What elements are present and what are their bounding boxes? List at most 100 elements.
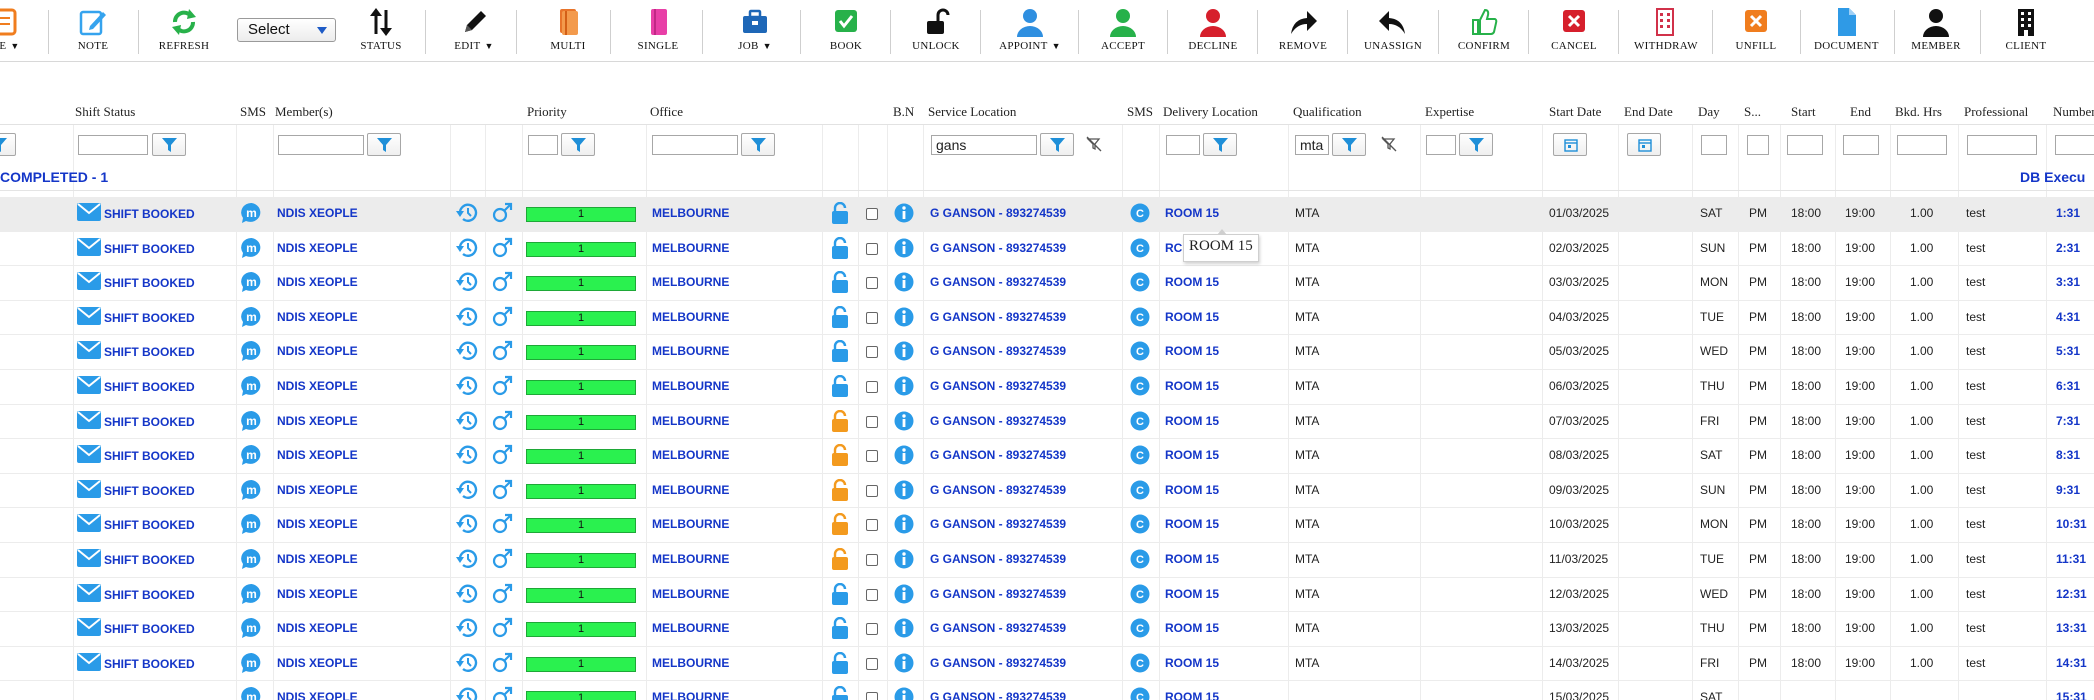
service-location[interactable]: G GANSON - 893274539: [930, 379, 1066, 393]
shift-number[interactable]: 2:31: [2056, 241, 2080, 255]
shift-status-filter-input[interactable]: [78, 135, 148, 155]
shift-number[interactable]: 10:31: [2056, 517, 2087, 531]
client-sms-icon[interactable]: C: [1130, 238, 1150, 258]
lock-icon[interactable]: [831, 617, 849, 640]
member-name[interactable]: NDIS XEOPLE: [277, 310, 358, 324]
history-icon[interactable]: [456, 410, 478, 432]
member-name[interactable]: NDIS XEOPLE: [277, 690, 358, 700]
end-filter-input[interactable]: [1843, 135, 1879, 155]
history-icon[interactable]: [456, 548, 478, 570]
member-name[interactable]: NDIS XEOPLE: [277, 206, 358, 220]
history-icon[interactable]: [456, 202, 478, 224]
header-shift[interactable]: S...: [1744, 104, 1761, 120]
lock-icon[interactable]: [831, 548, 849, 570]
shift-status[interactable]: SHIFT BOOKED: [104, 380, 195, 394]
service-location[interactable]: G GANSON - 893274539: [930, 206, 1066, 220]
messenger-icon[interactable]: m: [240, 686, 263, 700]
messenger-icon[interactable]: m: [240, 202, 263, 224]
member-name[interactable]: NDIS XEOPLE: [277, 275, 358, 289]
shift-status[interactable]: SHIFT BOOKED: [104, 657, 195, 671]
history-icon[interactable]: [456, 237, 478, 259]
member-name[interactable]: NDIS XEOPLE: [277, 621, 358, 635]
office-name[interactable]: MELBOURNE: [652, 448, 729, 462]
lock-icon[interactable]: [831, 686, 849, 700]
messenger-icon[interactable]: m: [240, 652, 263, 674]
mail-icon[interactable]: [77, 306, 101, 325]
delivery-location[interactable]: RC: [1165, 241, 1182, 255]
professional-filter-input[interactable]: [1967, 135, 2037, 155]
table-row[interactable]: SHIFT BOOKED m NDIS XEOPLE 1 MELBOURNE G…: [0, 647, 2094, 682]
header-office[interactable]: Office: [650, 104, 683, 120]
member-name[interactable]: NDIS XEOPLE: [277, 552, 358, 566]
filter-button[interactable]: [561, 133, 595, 156]
shift-number[interactable]: 14:31: [2056, 656, 2087, 670]
members-filter-input[interactable]: [278, 135, 364, 155]
row-checkbox[interactable]: [866, 450, 878, 463]
office-name[interactable]: MELBOURNE: [652, 275, 729, 289]
office-filter-input[interactable]: [652, 135, 738, 155]
header-bkd-hrs[interactable]: Bkd. Hrs: [1895, 104, 1942, 120]
history-icon[interactable]: [456, 444, 478, 466]
service-location[interactable]: G GANSON - 893274539: [930, 414, 1066, 428]
service-location[interactable]: G GANSON - 893274539: [930, 621, 1066, 635]
service-location[interactable]: G GANSON - 893274539: [930, 275, 1066, 289]
table-row[interactable]: SHIFT BOOKED m NDIS XEOPLE 1 MELBOURNE G…: [0, 301, 2094, 336]
office-name[interactable]: MELBOURNE: [652, 552, 729, 566]
mail-icon[interactable]: [77, 341, 101, 360]
shift-number[interactable]: 3:31: [2056, 275, 2080, 289]
service-location[interactable]: G GANSON - 893274539: [930, 483, 1066, 497]
shift-number[interactable]: 1:31: [2056, 206, 2080, 220]
member-name[interactable]: NDIS XEOPLE: [277, 448, 358, 462]
header-expertise[interactable]: Expertise: [1425, 104, 1474, 120]
shift-status[interactable]: SHIFT BOOKED: [104, 276, 195, 290]
lock-icon[interactable]: [831, 478, 849, 501]
messenger-icon[interactable]: m: [240, 340, 263, 362]
history-icon[interactable]: [456, 306, 478, 328]
mail-icon[interactable]: [77, 549, 101, 567]
header-number[interactable]: Number: [2053, 104, 2094, 120]
delivery-location[interactable]: ROOM 15: [1165, 379, 1219, 393]
client-sms-icon[interactable]: C: [1130, 203, 1150, 223]
shift-status[interactable]: SHIFT BOOKED: [104, 553, 195, 567]
shift-number[interactable]: 13:31: [2056, 621, 2087, 635]
header-start[interactable]: Start: [1791, 104, 1816, 120]
messenger-icon[interactable]: m: [240, 375, 263, 397]
messenger-icon[interactable]: m: [240, 410, 263, 432]
start-filter-input[interactable]: [1787, 135, 1823, 155]
qualification-filter-input[interactable]: [1295, 135, 1329, 155]
client-sms-icon[interactable]: C: [1130, 584, 1150, 604]
shift-status[interactable]: SHIFT BOOKED: [104, 484, 195, 498]
decline-button[interactable]: DECLINE: [1185, 4, 1241, 60]
history-icon[interactable]: [456, 583, 478, 605]
client-sms-icon[interactable]: C: [1130, 618, 1150, 638]
member-name[interactable]: NDIS XEOPLE: [277, 414, 358, 428]
info-icon[interactable]: [894, 376, 914, 396]
messenger-icon[interactable]: m: [240, 479, 263, 501]
shift-number[interactable]: 15:31: [2056, 690, 2087, 700]
refresh-button[interactable]: REFRESH: [156, 4, 212, 60]
office-name[interactable]: MELBOURNE: [652, 206, 729, 220]
service-location[interactable]: G GANSON - 893274539: [930, 241, 1066, 255]
group-row[interactable]: COMPLETED - 1 DB Execu: [0, 163, 2094, 191]
table-row[interactable]: SHIFT BOOKED m NDIS XEOPLE 1 MELBOURNE G…: [0, 405, 2094, 440]
shift-status[interactable]: SHIFT BOOKED: [104, 345, 195, 359]
mail-icon[interactable]: [77, 618, 101, 637]
day-filter-input[interactable]: [1701, 135, 1727, 155]
shift-number[interactable]: 12:31: [2056, 587, 2087, 601]
delivery-location[interactable]: ROOM 15: [1165, 587, 1219, 601]
table-row[interactable]: SHIFT BOOKED m NDIS XEOPLE 1 MELBOURNE G…: [0, 197, 2094, 232]
shift-status[interactable]: SHIFT BOOKED: [104, 449, 195, 463]
shift-filter-input[interactable]: [1747, 135, 1769, 155]
status-button[interactable]: STATUS: [354, 4, 408, 60]
bkd-hrs-filter-input[interactable]: [1897, 135, 1947, 155]
member-name[interactable]: NDIS XEOPLE: [277, 241, 358, 255]
history-icon[interactable]: [456, 375, 478, 397]
cancel-button[interactable]: CANCEL: [1546, 4, 1602, 60]
unfill-button[interactable]: UNFILL: [1728, 4, 1784, 60]
delivery-location[interactable]: ROOM 15: [1165, 414, 1219, 428]
accept-button[interactable]: ACCEPT: [1095, 4, 1151, 60]
history-icon[interactable]: [456, 479, 478, 501]
row-checkbox[interactable]: [866, 242, 878, 255]
history-icon[interactable]: [456, 513, 478, 535]
member-name[interactable]: NDIS XEOPLE: [277, 379, 358, 393]
